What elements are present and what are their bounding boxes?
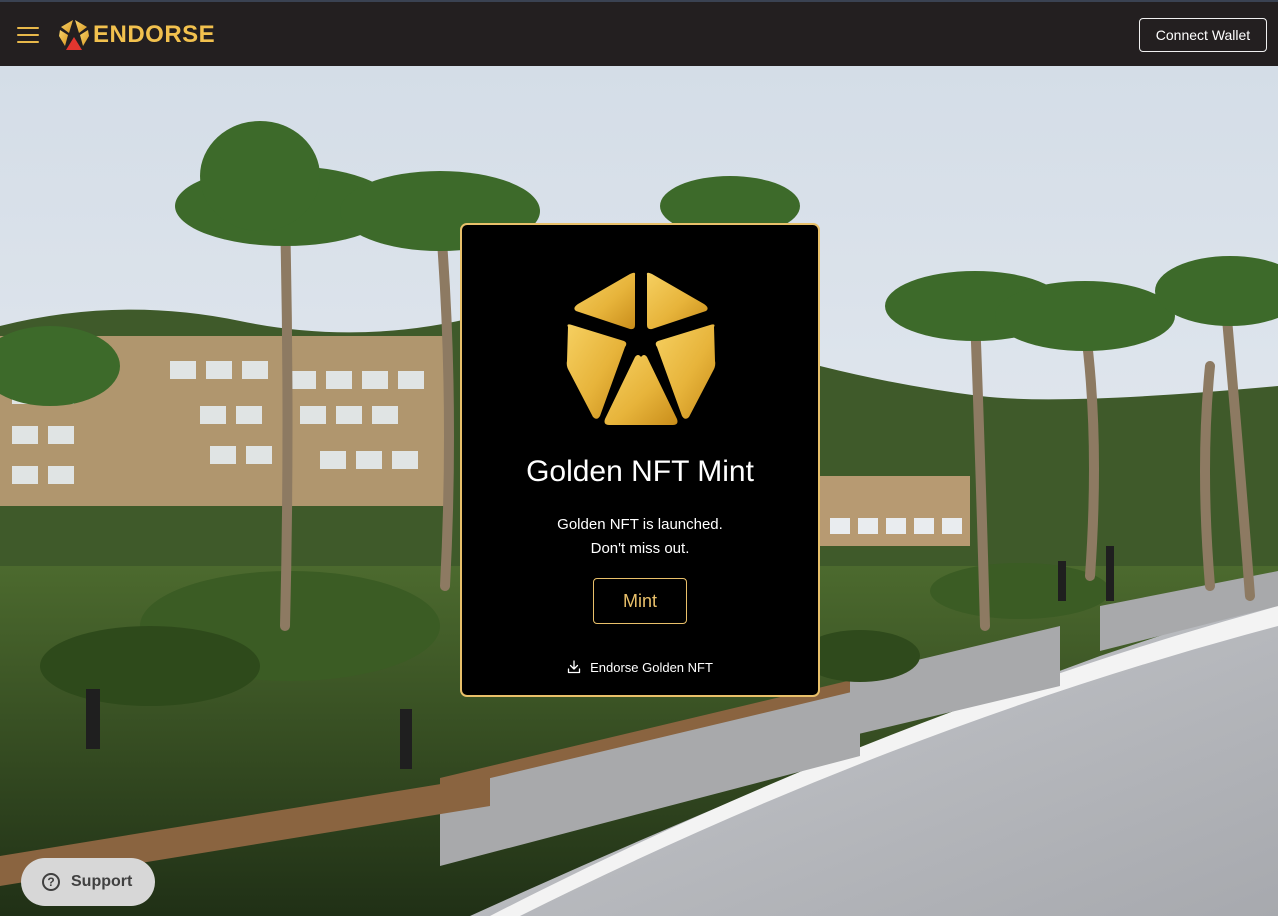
golden-nft-mint-card: Golden NFT Mint Golden NFT is launched. … [460, 223, 820, 697]
brand-logo[interactable]: ENDORSE [57, 18, 215, 52]
top-navigation-bar: ENDORSE Connect Wallet [0, 0, 1278, 66]
support-button[interactable]: ? Support [21, 858, 155, 906]
brand-name: ENDORSE [93, 21, 216, 48]
endorse-logo-icon [59, 20, 89, 50]
mint-title: Golden NFT Mint [526, 455, 754, 488]
golden-pentagon-logo-icon [566, 272, 716, 425]
mint-description: Golden NFT is launched. Don't miss out. [462, 513, 818, 561]
mint-description-line-2: Don't miss out. [590, 540, 690, 557]
download-link-label: Endorse Golden NFT [590, 659, 713, 675]
mint-description-line-1: Golden NFT is launched. [557, 516, 723, 533]
mint-button[interactable]: Mint [593, 578, 687, 624]
connect-wallet-button[interactable]: Connect Wallet [1139, 18, 1267, 52]
download-golden-nft-link[interactable]: Endorse Golden NFT [462, 657, 818, 677]
question-circle-icon: ? [42, 873, 60, 891]
support-label: Support [71, 873, 133, 890]
building-right [820, 476, 970, 546]
hamburger-menu-icon[interactable] [17, 27, 39, 43]
download-icon [567, 660, 581, 674]
